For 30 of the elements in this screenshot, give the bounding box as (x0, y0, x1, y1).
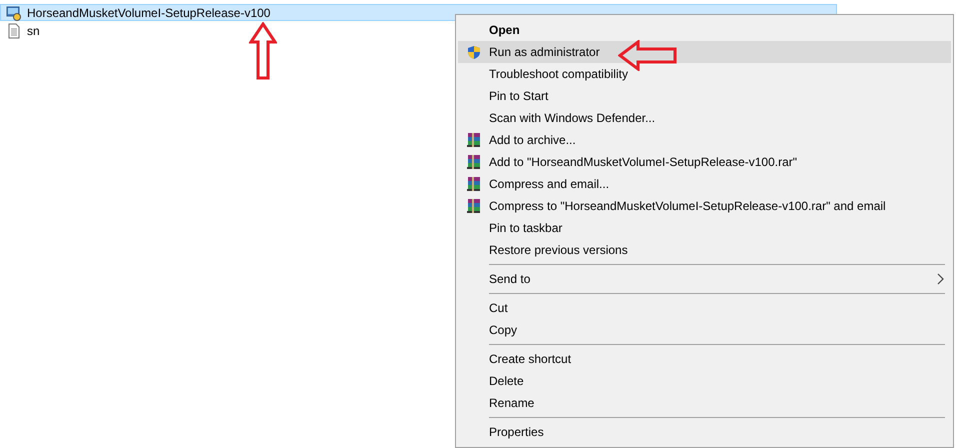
archive-icon (466, 176, 482, 192)
menu-item[interactable]: Troubleshoot compatibility (458, 63, 951, 85)
menu-item[interactable]: Properties (458, 421, 951, 443)
menu-item[interactable]: Compress to "HorseandMusketVolumeI-SetupRelease-v100.rar" and email (458, 195, 951, 217)
menu-item[interactable]: Run as administrator (458, 41, 951, 63)
chevron-right-icon (937, 273, 945, 285)
menu-item[interactable]: Copy (458, 319, 951, 341)
archive-icon (466, 132, 482, 148)
archive-icon (466, 198, 482, 214)
archive-icon (466, 154, 482, 170)
file-name: sn (27, 22, 40, 40)
menu-item[interactable]: Rename (458, 392, 951, 414)
shield-icon (466, 44, 480, 60)
menu-item[interactable]: Add to "HorseandMusketVolumeI-SetupRelease-v100.rar" (458, 151, 951, 173)
menu-item[interactable]: Open (458, 19, 951, 41)
arrow-icon (249, 22, 277, 80)
menu-item[interactable]: Send to (458, 268, 951, 290)
menu-item[interactable]: Scan with Windows Defender... (458, 107, 951, 129)
menu-item[interactable]: Add to archive... (458, 129, 951, 151)
menu-item[interactable]: Compress and email... (458, 173, 951, 195)
menu-item[interactable]: Create shortcut (458, 348, 951, 370)
file-name: HorseandMusketVolumeI-SetupRelease-v100 (27, 4, 270, 22)
menu-item[interactable]: Pin to taskbar (458, 217, 951, 239)
document-icon (6, 22, 22, 38)
menu-item[interactable]: Restore previous versions (458, 239, 951, 261)
menu-item[interactable]: Cut (458, 297, 951, 319)
application-icon (6, 4, 22, 20)
menu-item[interactable]: Pin to Start (458, 85, 951, 107)
menu-item[interactable]: Delete (458, 370, 951, 392)
arrow-icon (618, 40, 678, 71)
